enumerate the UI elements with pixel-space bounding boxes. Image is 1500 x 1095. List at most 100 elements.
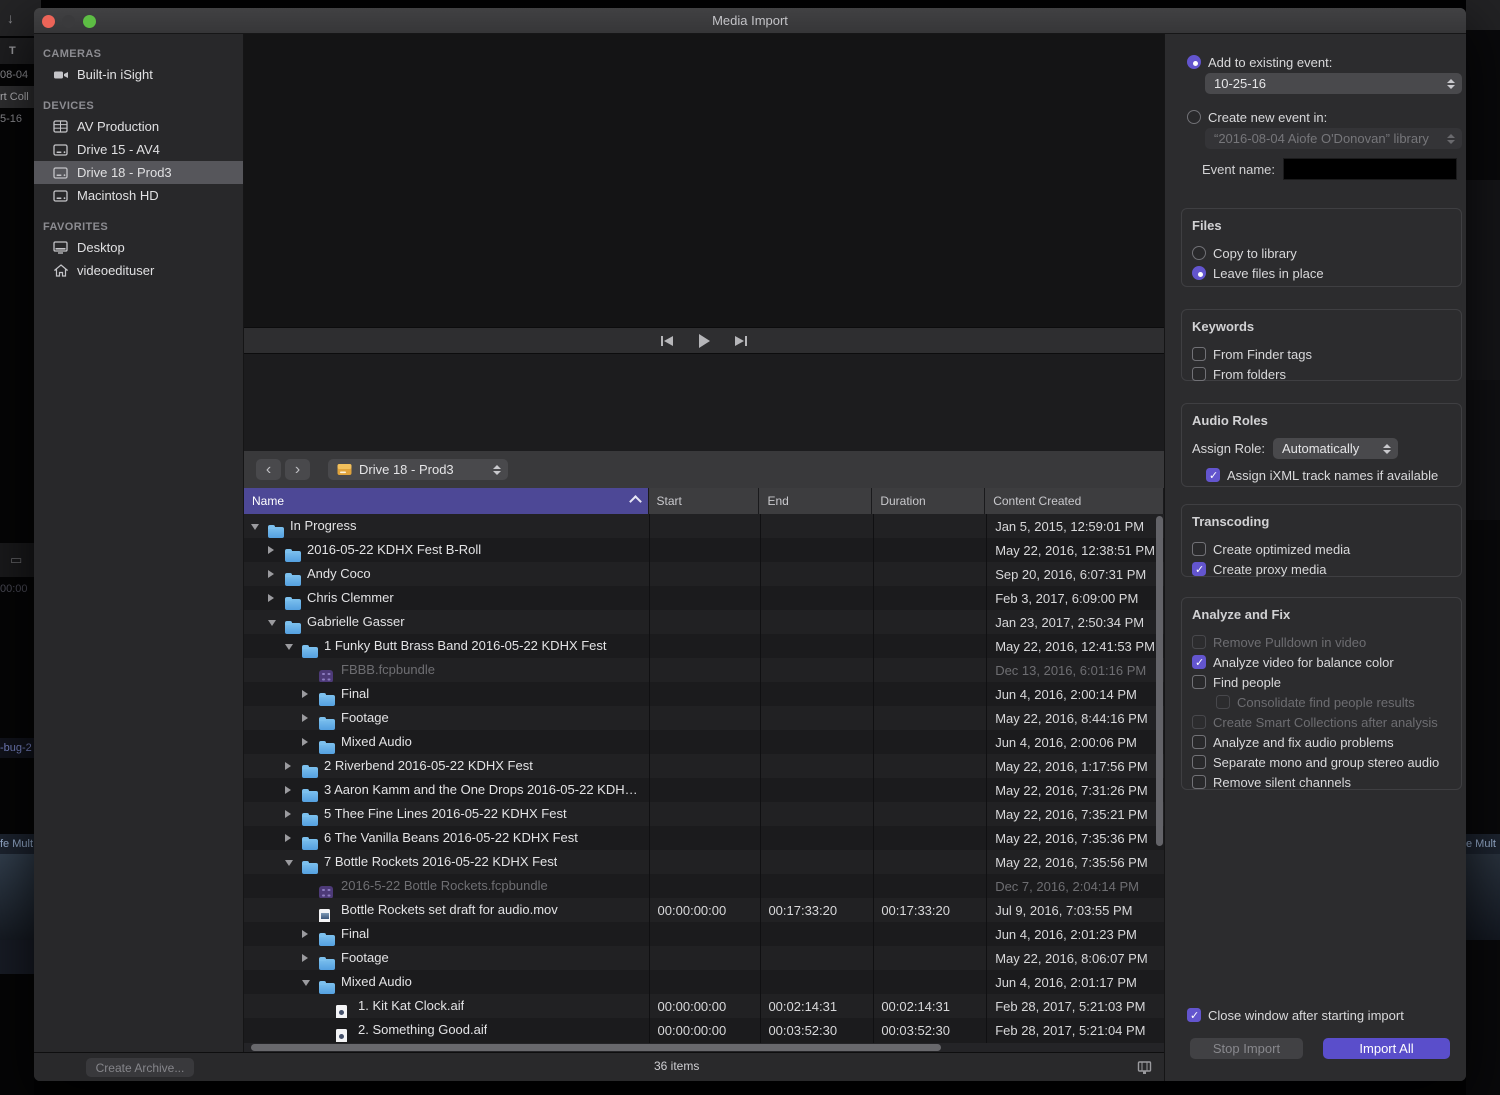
table-row[interactable]: FootageMay 22, 2016, 8:44:16 PM (244, 706, 1164, 730)
disclosure-closed-icon[interactable] (302, 714, 308, 722)
checkbox-unchecked[interactable] (1192, 675, 1206, 689)
play-button[interactable] (696, 334, 712, 348)
table-row[interactable]: FootageMay 22, 2016, 8:06:07 PM (244, 946, 1164, 970)
sidebar-item-drive-15-av4[interactable]: Drive 15 - AV4 (34, 138, 243, 161)
close-window-button[interactable] (42, 15, 55, 28)
back-button[interactable]: ‹ (256, 459, 281, 480)
column-header-end[interactable]: End (759, 488, 872, 514)
radio-unchecked[interactable] (1192, 246, 1206, 260)
radio-option-leave-files-in-place[interactable]: Leave files in place (1192, 263, 1461, 283)
table-row[interactable]: 2016-05-22 KDHX Fest B-RollMay 22, 2016,… (244, 538, 1164, 562)
create-new-event-option[interactable]: Create new event in: (1187, 107, 1327, 127)
column-header-duration[interactable]: Duration (872, 488, 985, 514)
name-cell: 5 Thee Fine Lines 2016-05-22 KDHX Fest (244, 802, 649, 826)
disclosure-closed-icon[interactable] (268, 594, 274, 602)
forward-button[interactable]: › (285, 459, 310, 480)
close-window-after-import-option[interactable]: Close window after starting import (1187, 1005, 1404, 1025)
disclosure-closed-icon[interactable] (268, 546, 274, 554)
checkbox-option-remove-silent-channels[interactable]: Remove silent channels (1192, 772, 1461, 792)
vertical-scrollbar-thumb[interactable] (1156, 516, 1163, 846)
checkbox-option-find-people[interactable]: Find people (1192, 672, 1461, 692)
table-row[interactable]: Chris ClemmerFeb 3, 2017, 6:09:00 PM (244, 586, 1164, 610)
checkbox-unchecked[interactable] (1192, 755, 1206, 769)
sidebar-item-videoedituser[interactable]: videoedituser (34, 259, 243, 282)
disclosure-closed-icon[interactable] (285, 810, 291, 818)
disclosure-closed-icon[interactable] (285, 786, 291, 794)
table-row[interactable]: 7 Bottle Rockets 2016-05-22 KDHX FestMay… (244, 850, 1164, 874)
location-dropdown[interactable]: Drive 18 - Prod3 (328, 459, 508, 480)
zoom-window-button[interactable] (83, 15, 96, 28)
disclosure-open-icon[interactable] (285, 644, 293, 650)
table-row[interactable]: 2 Riverbend 2016-05-22 KDHX FestMay 22, … (244, 754, 1164, 778)
table-row[interactable]: FinalJun 4, 2016, 2:00:14 PM (244, 682, 1164, 706)
checkbox-option-separate-mono-and-group-stereo-audio[interactable]: Separate mono and group stereo audio (1192, 752, 1461, 772)
radio-checked[interactable] (1192, 266, 1206, 280)
skip-back-button[interactable] (659, 334, 675, 348)
skip-forward-button[interactable] (733, 334, 749, 348)
table-row[interactable]: 3 Aaron Kamm and the One Drops 2016-05-2… (244, 778, 1164, 802)
radio-unselected[interactable] (1187, 110, 1201, 124)
table-row[interactable]: 6 The Vanilla Beans 2016-05-22 KDHX Fest… (244, 826, 1164, 850)
table-row[interactable]: 1. Kit Kat Clock.aif00:00:00:0000:02:14:… (244, 994, 1164, 1018)
column-header-start[interactable]: Start (649, 488, 760, 514)
table-row[interactable]: 1 Funky Butt Brass Band 2016-05-22 KDHX … (244, 634, 1164, 658)
existing-event-dropdown[interactable]: 10-25-16 (1205, 73, 1462, 94)
table-row[interactable]: In ProgressJan 5, 2015, 12:59:01 PM (244, 514, 1164, 538)
disclosure-closed-icon[interactable] (302, 738, 308, 746)
table-row[interactable]: FinalJun 4, 2016, 2:01:23 PM (244, 922, 1164, 946)
disclosure-open-icon[interactable] (251, 524, 259, 530)
table-row[interactable]: FBBB.fcpbundleDec 13, 2016, 6:01:16 PM (244, 658, 1164, 682)
sidebar-item-built-in-isight[interactable]: Built-in iSight (34, 63, 243, 86)
checkbox-unchecked[interactable] (1192, 735, 1206, 749)
radio-selected[interactable] (1187, 55, 1201, 69)
table-row[interactable]: Mixed AudioJun 4, 2016, 2:01:17 PM (244, 970, 1164, 994)
assign-role-dropdown[interactable]: Automatically (1273, 438, 1398, 459)
checkbox-option-analyze-video-for-balance-color[interactable]: Analyze video for balance color (1192, 652, 1461, 672)
column-header-content-created[interactable]: Content Created (985, 488, 1164, 514)
sidebar-item-av-production[interactable]: AV Production (34, 115, 243, 138)
disclosure-closed-icon[interactable] (268, 570, 274, 578)
checkbox-option-create-optimized-media[interactable]: Create optimized media (1192, 539, 1461, 559)
checkbox-option-create-proxy-media[interactable]: Create proxy media (1192, 559, 1461, 579)
event-name-input[interactable] (1283, 158, 1457, 180)
horizontal-scrollbar-thumb[interactable] (251, 1044, 941, 1051)
column-header-name[interactable]: Name (244, 488, 649, 514)
checkbox-option-assign-ixml-track-names-if-available[interactable]: Assign iXML track names if available (1206, 465, 1461, 485)
checkbox-unchecked[interactable] (1192, 367, 1206, 381)
disclosure-closed-icon[interactable] (285, 834, 291, 842)
checkbox-checked[interactable] (1187, 1008, 1201, 1022)
checkbox-option-from-folders[interactable]: From folders (1192, 364, 1461, 384)
sidebar-item-macintosh-hd[interactable]: Macintosh HD (34, 184, 243, 207)
table-row[interactable]: Mixed AudioJun 4, 2016, 2:00:06 PM (244, 730, 1164, 754)
checkbox-unchecked[interactable] (1192, 347, 1206, 361)
create-archive-button[interactable]: Create Archive... (86, 1058, 194, 1077)
table-row[interactable]: Andy CocoSep 20, 2016, 6:07:31 PM (244, 562, 1164, 586)
table-row[interactable]: Gabrielle GasserJan 23, 2017, 2:50:34 PM (244, 610, 1164, 634)
filmstrip-view-icon[interactable] (1137, 1060, 1152, 1075)
disclosure-closed-icon[interactable] (302, 954, 308, 962)
checkbox-option-analyze-and-fix-audio-problems[interactable]: Analyze and fix audio problems (1192, 732, 1461, 752)
checkbox-checked[interactable] (1206, 468, 1220, 482)
disclosure-closed-icon[interactable] (302, 930, 308, 938)
checkbox-option-from-finder-tags[interactable]: From Finder tags (1192, 344, 1461, 364)
import-all-button[interactable]: Import All (1323, 1038, 1450, 1059)
add-to-existing-event-option[interactable]: Add to existing event: (1187, 52, 1332, 72)
checkbox-unchecked[interactable] (1192, 542, 1206, 556)
checkbox-unchecked[interactable] (1192, 775, 1206, 789)
disclosure-open-icon[interactable] (302, 980, 310, 986)
minimize-window-button[interactable] (62, 15, 75, 28)
table-row[interactable]: 2016-5-22 Bottle Rockets.fcpbundleDec 7,… (244, 874, 1164, 898)
sidebar-item-drive-18-prod3[interactable]: Drive 18 - Prod3 (34, 161, 243, 184)
table-row[interactable]: Bottle Rockets set draft for audio.mov00… (244, 898, 1164, 922)
table-row[interactable]: 2. Something Good.aif00:00:00:0000:03:52… (244, 1018, 1164, 1042)
disclosure-open-icon[interactable] (268, 620, 276, 626)
sidebar-item-desktop[interactable]: Desktop (34, 236, 243, 259)
checkbox-checked[interactable] (1192, 562, 1206, 576)
disclosure-closed-icon[interactable] (302, 690, 308, 698)
stop-import-button[interactable]: Stop Import (1190, 1038, 1303, 1059)
radio-option-copy-to-library[interactable]: Copy to library (1192, 243, 1461, 263)
disclosure-open-icon[interactable] (285, 860, 293, 866)
table-row[interactable]: 5 Thee Fine Lines 2016-05-22 KDHX FestMa… (244, 802, 1164, 826)
disclosure-closed-icon[interactable] (285, 762, 291, 770)
checkbox-checked[interactable] (1192, 655, 1206, 669)
